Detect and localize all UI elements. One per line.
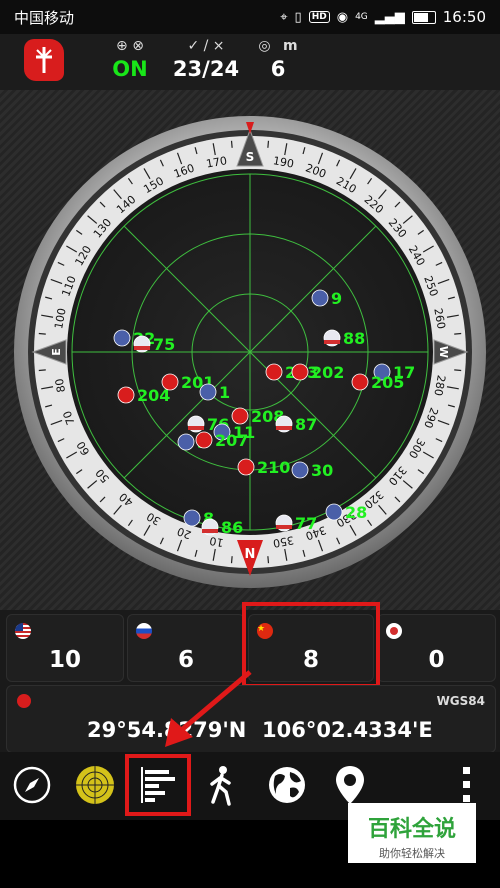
annotation-arrow — [165, 670, 252, 747]
arrow-shaft — [176, 670, 252, 735]
watermark-title: 百科全说 — [367, 817, 456, 842]
watermark: 百科全说 助你轻松解决 — [348, 803, 476, 863]
watermark-subtitle: 助你轻松解决 — [379, 847, 445, 860]
